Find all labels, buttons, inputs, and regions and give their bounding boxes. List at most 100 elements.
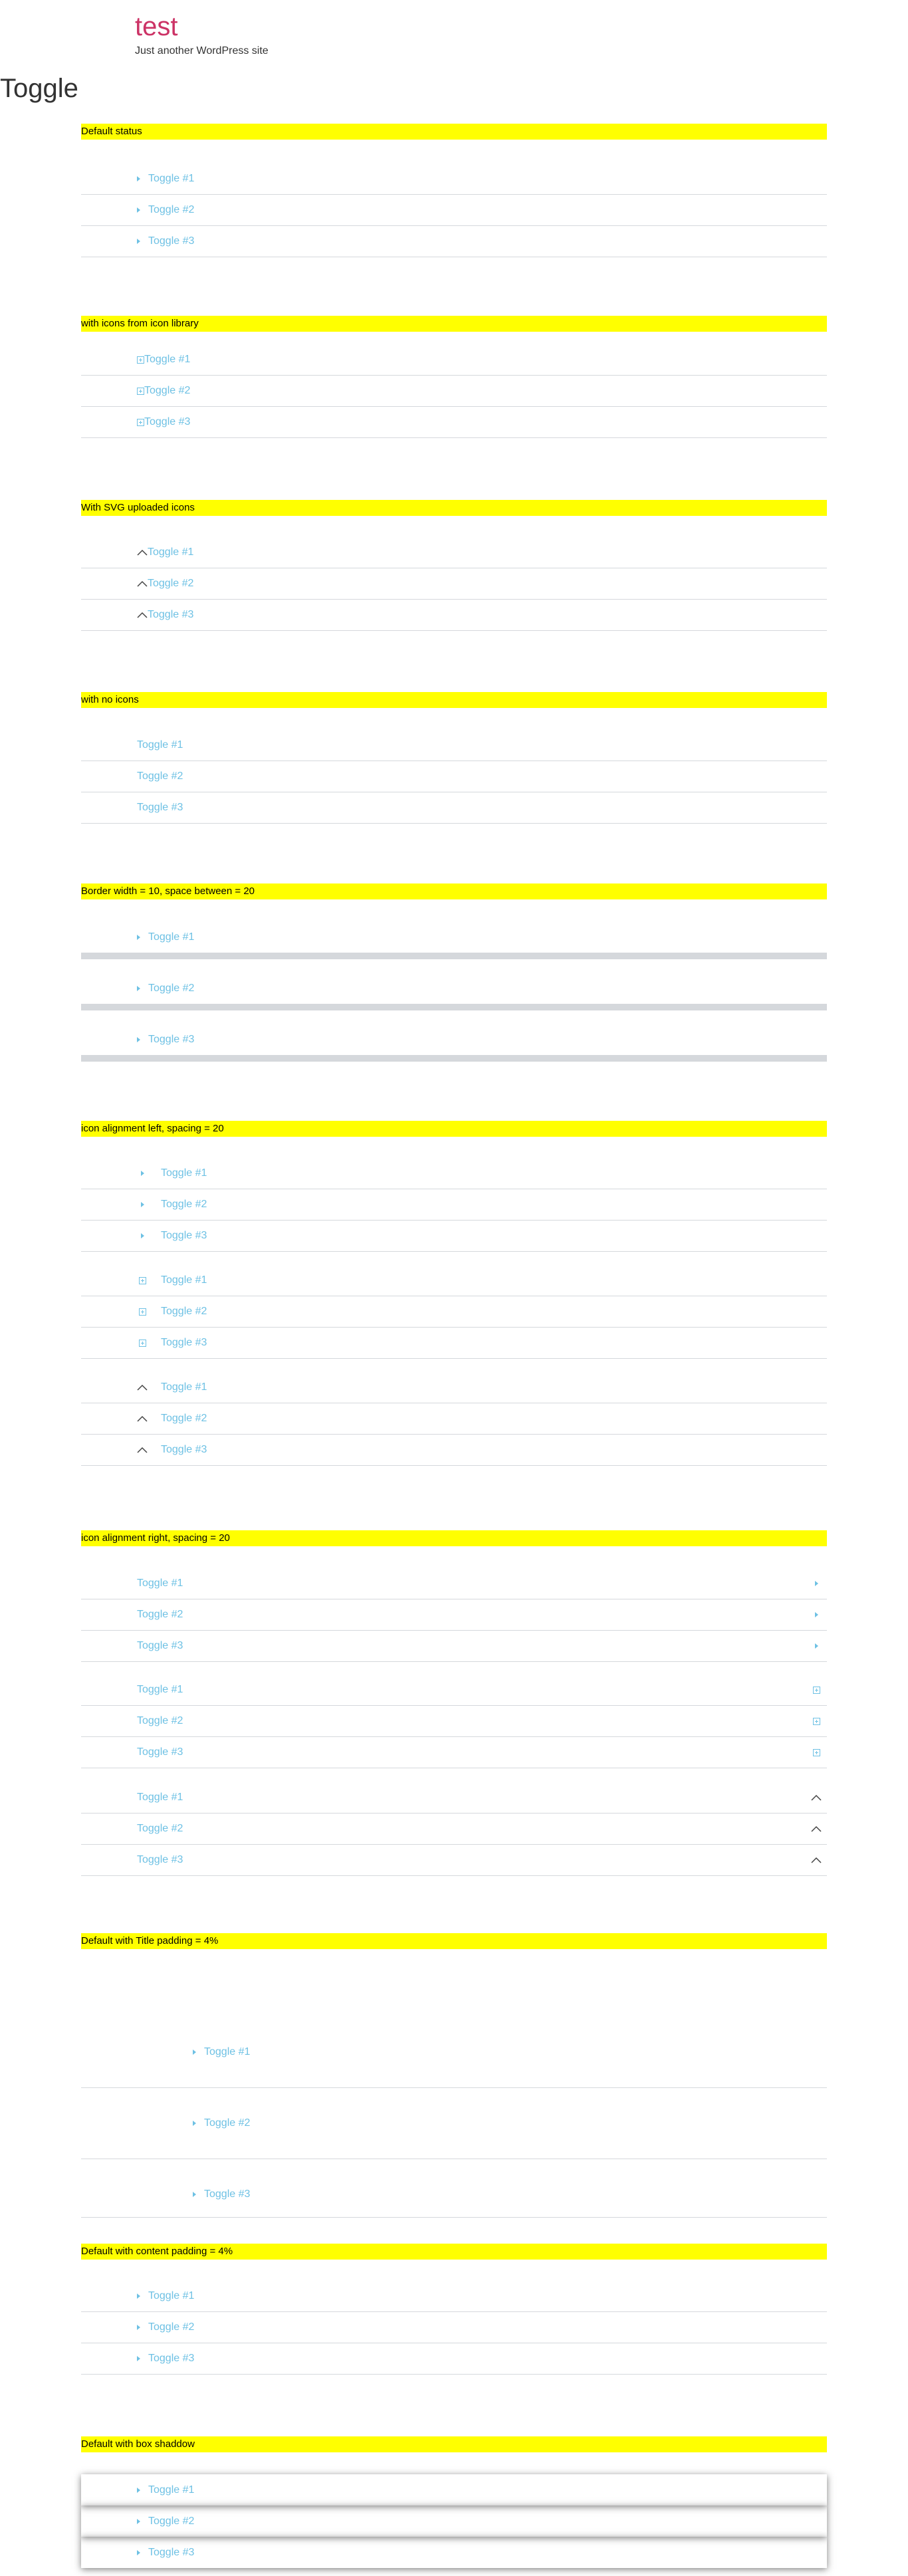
toggle-list-default: Toggle #1 Toggle #2 Toggle #3	[81, 164, 827, 257]
caret-right-icon	[137, 207, 140, 213]
toggle-item[interactable]: Toggle #3	[81, 1328, 827, 1359]
toggle-title: Toggle #2	[137, 1609, 183, 1620]
toggle-item[interactable]: Toggle #1	[81, 2281, 827, 2312]
toggle-item[interactable]: Toggle #1	[81, 537, 827, 568]
toggle-item[interactable]: Toggle #3	[81, 2537, 827, 2568]
toggle-item[interactable]: Toggle #2	[81, 973, 827, 1010]
caret-right-icon	[811, 1612, 822, 1617]
caret-right-icon	[193, 2188, 196, 2201]
toggle-item[interactable]: Toggle #3	[81, 1737, 827, 1768]
toggle-item[interactable]: Toggle #2	[81, 2088, 827, 2159]
caret-right-icon	[137, 1202, 148, 1207]
toggle-title: Toggle #1	[137, 1578, 183, 1589]
toggle-item[interactable]: Toggle #1	[81, 1782, 827, 1814]
toggle-title: Toggle #1	[148, 173, 195, 184]
section-heading-border-width: Border width = 10, space between = 20	[81, 883, 827, 899]
site-description: Just another WordPress site	[135, 45, 269, 57]
toggle-title: Toggle #2	[137, 1715, 183, 1726]
caret-right-icon	[137, 2549, 140, 2555]
toggle-title: Toggle #3	[148, 2546, 195, 2558]
caret-right-icon	[137, 239, 140, 244]
toggle-item[interactable]: Toggle #3	[81, 1435, 827, 1466]
toggle-item[interactable]: Toggle #2	[81, 568, 827, 600]
toggle-item[interactable]: Toggle #3	[81, 407, 827, 438]
toggle-item[interactable]: Toggle #1	[81, 1158, 827, 1189]
toggle-title: Toggle #3	[161, 1230, 207, 1241]
section-heading-default-status: Default status	[81, 124, 827, 140]
toggle-list-left-plus: Toggle #1 Toggle #2 Toggle #3	[81, 1265, 827, 1359]
toggle-item[interactable]: Toggle #1	[81, 2474, 827, 2506]
toggle-item[interactable]: Toggle #1	[81, 1372, 827, 1403]
toggle-title: Toggle #1	[161, 1274, 207, 1286]
toggle-list-left-caret: Toggle #1 Toggle #2 Toggle #3	[81, 1158, 827, 1252]
toggle-item[interactable]: Toggle #2	[81, 1189, 827, 1221]
toggle-title: Toggle #3	[148, 1033, 195, 1045]
toggle-item[interactable]: Toggle #1	[81, 730, 827, 761]
plus-square-icon	[137, 1276, 148, 1284]
plus-square-icon	[811, 1717, 822, 1725]
page-title: Toggle	[0, 74, 78, 103]
toggle-item[interactable]: Toggle #1	[81, 164, 827, 195]
caret-right-icon	[137, 2356, 140, 2361]
toggle-item[interactable]: Toggle #1	[81, 1265, 827, 1296]
caret-right-icon	[137, 2518, 140, 2524]
toggle-list-no-icons: Toggle #1 Toggle #2 Toggle #3	[81, 730, 827, 824]
toggle-title: Toggle #2	[144, 385, 191, 396]
toggle-title: Toggle #3	[137, 1640, 183, 1651]
toggle-list-thick-border: Toggle #1 Toggle #2 Toggle #3	[81, 921, 827, 1075]
toggle-item[interactable]: Toggle #1	[81, 344, 827, 376]
site-title[interactable]: test	[135, 11, 269, 43]
toggle-item[interactable]: Toggle #1	[81, 1568, 827, 1599]
toggle-item[interactable]: Toggle #3	[81, 792, 827, 824]
toggle-item[interactable]: Toggle #3	[81, 2159, 827, 2218]
toggle-title: Toggle #3	[204, 2188, 251, 2200]
toggle-item[interactable]: Toggle #1	[81, 2017, 827, 2088]
toggle-item[interactable]: Toggle #2	[81, 1599, 827, 1631]
chevron-up-icon	[811, 1857, 822, 1863]
toggle-list-left-chevron: Toggle #1 Toggle #2 Toggle #3	[81, 1372, 827, 1466]
section-heading-box-shadow: Default with box shaddow	[81, 2436, 827, 2452]
toggle-item[interactable]: Toggle #2	[81, 2506, 827, 2537]
caret-right-icon	[137, 176, 140, 181]
toggle-list-icon-library: Toggle #1 Toggle #2 Toggle #3	[81, 344, 827, 438]
toggle-title: Toggle #3	[161, 1444, 207, 1455]
toggle-item[interactable]: Toggle #2	[81, 376, 827, 407]
toggle-item[interactable]: Toggle #2	[81, 1296, 827, 1328]
toggle-item[interactable]: Toggle #3	[81, 226, 827, 257]
section-heading-icon-library: with icons from icon library	[81, 316, 827, 332]
plus-square-icon	[137, 1339, 148, 1347]
caret-right-icon	[137, 985, 140, 991]
caret-right-icon	[193, 2117, 196, 2130]
toggle-item[interactable]: Toggle #3	[81, 1631, 827, 1662]
toggle-item[interactable]: Toggle #3	[81, 1221, 827, 1252]
toggle-title: Toggle #3	[148, 609, 194, 620]
toggle-item[interactable]: Toggle #3	[81, 1845, 827, 1876]
toggle-item[interactable]: Toggle #1	[81, 1675, 827, 1706]
toggle-title: Toggle #1	[161, 1381, 207, 1393]
caret-right-icon	[137, 2487, 140, 2493]
toggle-item[interactable]: Toggle #3	[81, 1024, 827, 1062]
toggle-list-content-padding: Toggle #1 Toggle #2 Toggle #3	[81, 2281, 827, 2375]
plus-square-icon	[137, 418, 144, 426]
toggle-item[interactable]: Toggle #2	[81, 195, 827, 226]
toggle-title: Toggle #3	[137, 802, 183, 813]
toggle-list-svg: Toggle #1 Toggle #2 Toggle #3	[81, 537, 827, 631]
toggle-title: Toggle #2	[137, 1823, 183, 1834]
caret-right-icon	[137, 1036, 140, 1042]
toggle-list-right-plus: Toggle #1 Toggle #2 Toggle #3	[81, 1675, 827, 1768]
toggle-title: Toggle #1	[137, 739, 183, 751]
toggle-item[interactable]: Toggle #3	[81, 600, 827, 631]
toggle-item[interactable]: Toggle #2	[81, 1706, 827, 1737]
toggle-item[interactable]: Toggle #2	[81, 761, 827, 792]
caret-right-icon	[137, 1233, 148, 1238]
toggle-list-title-padding: Toggle #1 Toggle #2 Toggle #3	[81, 2017, 827, 2218]
plus-square-icon	[811, 1748, 822, 1756]
toggle-item[interactable]: Toggle #2	[81, 1403, 827, 1435]
toggle-item[interactable]: Toggle #1	[81, 921, 827, 959]
toggle-item[interactable]: Toggle #2	[81, 1814, 827, 1845]
toggle-item[interactable]: Toggle #3	[81, 2343, 827, 2375]
toggle-item[interactable]: Toggle #2	[81, 2312, 827, 2343]
toggle-title: Toggle #2	[148, 982, 195, 994]
toggle-title: Toggle #1	[137, 1792, 183, 1803]
toggle-title: Toggle #1	[148, 2484, 195, 2496]
